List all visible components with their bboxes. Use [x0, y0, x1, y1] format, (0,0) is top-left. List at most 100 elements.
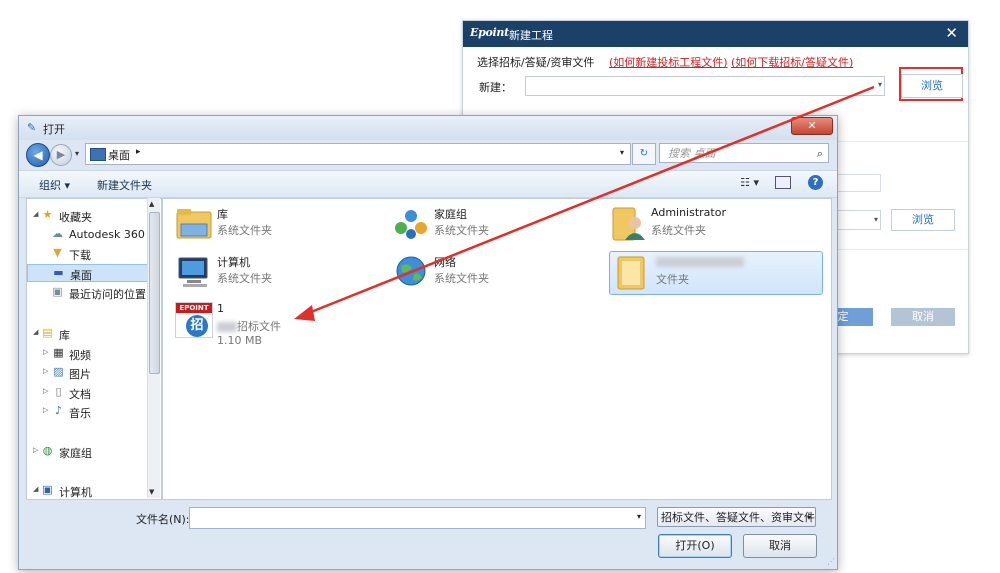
search-icon[interactable]: ⌕: [817, 144, 823, 164]
new-project-title: 新建工程: [509, 29, 553, 42]
file-name: 家庭组: [434, 208, 467, 221]
scroll-down-icon[interactable]: ▼: [149, 488, 154, 496]
scroll-thumb[interactable]: [149, 212, 160, 374]
forward-arrow-icon[interactable]: ▶: [50, 144, 72, 166]
nav-item-documents[interactable]: ▷ ▯ 文档: [27, 384, 153, 402]
nav-item-desktop[interactable]: ▬ 桌面: [27, 264, 153, 282]
chevron-down-icon[interactable]: ▾: [878, 80, 882, 89]
nav-item-music[interactable]: ▷ ♪ 音乐: [27, 403, 153, 421]
new-file-combo[interactable]: ▾: [525, 76, 885, 96]
expander-icon[interactable]: ◢: [33, 328, 38, 336]
back-arrow-icon[interactable]: ◀: [26, 143, 50, 167]
expander-icon[interactable]: ◢: [33, 485, 38, 493]
file-type: 系统文件夹: [217, 224, 272, 237]
expander-icon[interactable]: ▷: [43, 348, 48, 356]
nav-item-label: 家庭组: [59, 447, 92, 460]
secondary-combo[interactable]: ▾: [835, 210, 881, 230]
address-dropdown-icon[interactable]: ▾: [620, 148, 624, 157]
nav-item-label: 计算机: [59, 486, 92, 499]
open-button[interactable]: 打开(O): [658, 534, 732, 558]
resize-grip-icon[interactable]: ⋰: [827, 557, 835, 566]
browse-button-2[interactable]: 浏览: [891, 209, 955, 231]
chevron-down-icon[interactable]: ▾: [874, 215, 878, 224]
help-icon[interactable]: ?: [808, 175, 823, 190]
breadcrumb-separator[interactable]: ▸: [136, 147, 141, 157]
cancel-button[interactable]: 取消: [891, 308, 955, 326]
how-to-download-link[interactable]: (如何下载招标/答疑文件): [731, 54, 853, 70]
history-dropdown-icon[interactable]: ▾: [75, 149, 79, 158]
nav-item-autodesk-360[interactable]: ☁ Autodesk 360: [27, 226, 153, 244]
document-icon: ▯: [55, 385, 62, 398]
file-item-selected-folder[interactable]: 文件夹: [609, 251, 823, 295]
refresh-icon[interactable]: ↻: [632, 143, 656, 165]
file-type-filter[interactable]: 招标文件、答疑文件、资审文件 ▾: [657, 507, 816, 527]
recent-places-icon: ▣: [52, 285, 63, 298]
expander-icon[interactable]: ◢: [33, 210, 38, 218]
video-icon: ▦: [53, 346, 64, 359]
new-folder-button[interactable]: 新建文件夹: [97, 177, 152, 193]
file-item-administrator[interactable]: Administrator 系统文件夹: [605, 203, 815, 245]
open-dialog-close-icon[interactable]: ✕: [791, 117, 833, 135]
new-project-titlebar: Epoint 新建工程 ✕: [463, 21, 968, 47]
file-name: 1: [217, 302, 224, 315]
nav-scrollbar[interactable]: ▲ ▼: [147, 198, 160, 498]
library-icon: ▤: [42, 326, 53, 339]
file-item-library[interactable]: 库 系统文件夹: [171, 203, 381, 245]
file-item-network[interactable]: 网络 系统文件夹: [388, 251, 598, 293]
expander-icon[interactable]: ▷: [43, 387, 48, 395]
file-item-computer[interactable]: 计算机 系统文件夹: [171, 251, 381, 293]
browse-button[interactable]: 浏览: [901, 74, 963, 98]
search-input[interactable]: 搜索 桌面 ⌕: [659, 143, 829, 163]
file-item-bid-file[interactable]: EPOINT 招 1 招标文件 1.10 MB: [171, 299, 381, 349]
nav-item-computer[interactable]: ◢ ▣ 计算机: [27, 482, 153, 500]
preview-pane-icon[interactable]: [775, 176, 791, 189]
nav-item-recent-places[interactable]: ▣ 最近访问的位置: [27, 284, 153, 302]
expander-icon[interactable]: ▷: [43, 406, 48, 414]
nav-item-homegroup[interactable]: ▷ ◍ 家庭组: [27, 443, 153, 461]
nav-item-pictures[interactable]: ▷ ▨ 图片: [27, 364, 153, 382]
secondary-input[interactable]: [835, 174, 881, 192]
nav-item-libraries[interactable]: ◢ ▤ 库: [27, 325, 153, 343]
nav-item-label: 桌面: [70, 269, 92, 282]
file-type: 系统文件夹: [217, 272, 272, 285]
open-dialog-titlebar: ✎ 打开 ✕: [19, 116, 837, 140]
navigation-pane: ◢ ★ 收藏夹 ☁ Autodesk 360 ▼ 下载 ▬ 桌面 ▣ 最近访问的…: [26, 198, 162, 500]
desktop-folder-icon: [90, 148, 106, 161]
file-name: 库: [217, 208, 228, 221]
nav-item-label: 库: [59, 329, 70, 342]
chevron-down-icon[interactable]: ▾: [807, 508, 811, 526]
cancel-button[interactable]: 取消: [743, 534, 817, 558]
new-project-close-icon[interactable]: ✕: [945, 24, 958, 42]
file-name-blurred: [656, 255, 744, 268]
filename-input[interactable]: ▾: [189, 507, 646, 529]
address-path[interactable]: 桌面: [108, 147, 130, 163]
user-folder-icon: [612, 207, 645, 241]
star-icon: ★: [42, 208, 53, 221]
file-type: 系统文件夹: [651, 224, 706, 237]
desktop-icon: ▬: [53, 266, 64, 279]
nav-item-label: 文档: [69, 388, 91, 401]
expander-icon[interactable]: ▷: [33, 446, 38, 454]
file-type: 系统文件夹: [434, 224, 489, 237]
command-toolbar: 组织 ▾ 新建文件夹 ☷ ▾ ?: [19, 170, 837, 198]
change-view-icon[interactable]: ☷ ▾: [740, 176, 759, 189]
nav-item-videos[interactable]: ▷ ▦ 视频: [27, 345, 153, 363]
download-folder-icon: ▼: [53, 246, 62, 259]
organize-menu[interactable]: 组织 ▾: [39, 177, 70, 193]
scroll-up-icon[interactable]: ▲: [149, 200, 154, 208]
how-to-create-link[interactable]: (如何新建投标工程文件): [609, 54, 728, 70]
file-name: 网络: [434, 256, 456, 269]
nav-item-label: 音乐: [69, 407, 91, 420]
filename-dropdown-icon[interactable]: ▾: [637, 512, 641, 521]
address-bar[interactable]: 桌面 ▸ ▾: [85, 143, 631, 165]
nav-item-downloads[interactable]: ▼ 下载: [27, 245, 153, 263]
filename-label: 文件名(N):: [136, 513, 190, 526]
open-dialog-icon: ✎: [27, 121, 37, 134]
expander-icon[interactable]: ▷: [43, 367, 48, 375]
nav-item-favorites[interactable]: ◢ ★ 收藏夹: [27, 207, 153, 225]
nav-item-label: 图片: [69, 368, 91, 381]
file-item-homegroup[interactable]: 家庭组 系统文件夹: [388, 203, 598, 245]
open-dialog-title: 打开: [43, 123, 65, 136]
open-file-dialog: ✎ 打开 ✕ ◀ ▶ ▾ 桌面 ▸ ▾ ↻ 搜索 桌面 ⌕ 组织 ▾ 新建文件夹…: [18, 115, 838, 570]
computer-icon: [178, 257, 208, 287]
